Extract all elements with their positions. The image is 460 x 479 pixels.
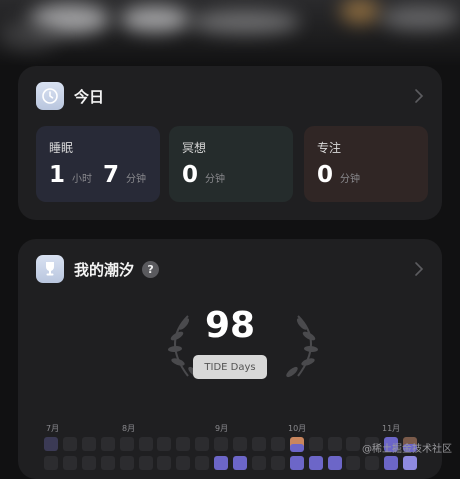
heatmap-cell xyxy=(62,437,77,451)
heatmap-cell xyxy=(176,437,191,451)
heatmap-cell xyxy=(157,456,172,470)
tide-days-badge: TIDE Days xyxy=(193,355,267,379)
meditate-stat-tile[interactable]: 冥想 0 分钟 xyxy=(169,126,293,202)
heatmap-cell xyxy=(195,437,210,451)
meditate-label: 冥想 xyxy=(182,141,207,155)
heatmap-cell xyxy=(327,456,342,470)
heatmap-cell xyxy=(100,437,115,451)
heatmap-cell xyxy=(327,437,342,451)
help-icon[interactable]: ? xyxy=(142,260,160,278)
sleep-value: 1 小时 7 分钟 xyxy=(49,162,157,188)
month-label-jul: 7月 xyxy=(46,424,60,433)
chevron-right-icon[interactable] xyxy=(412,261,426,277)
clock-icon xyxy=(36,82,64,110)
heatmap-cell xyxy=(62,456,77,470)
meditate-minutes-unit: 分钟 xyxy=(205,174,226,185)
heatmap-cell xyxy=(289,456,304,470)
trophy-icon xyxy=(36,255,64,283)
heatmap-cell xyxy=(403,456,418,470)
heatmap-cell xyxy=(157,437,172,451)
heatmap-cell xyxy=(44,437,58,451)
focus-minutes: 0 xyxy=(317,162,334,188)
heatmap-cell xyxy=(44,456,58,470)
sleep-minutes-unit: 分钟 xyxy=(126,174,147,185)
heatmap-cell xyxy=(308,437,323,451)
today-header: 今日 xyxy=(36,82,104,110)
heatmap-cell xyxy=(346,456,361,470)
heatmap-cell xyxy=(384,456,399,470)
heatmap-cell xyxy=(251,456,266,470)
today-card[interactable]: 今日 睡眠 1 小时 7 分钟 冥想 0 分钟 专注 0 分钟 xyxy=(18,66,442,220)
heatmap-cell xyxy=(138,456,153,470)
month-label-oct: 10月 xyxy=(288,424,307,433)
heatmap-cell xyxy=(195,456,210,470)
watermark: @稀土掘金技术社区 xyxy=(362,444,452,455)
sleep-stat-tile[interactable]: 睡眠 1 小时 7 分钟 xyxy=(36,126,160,202)
heatmap-cell xyxy=(346,437,361,451)
today-title: 今日 xyxy=(74,87,105,106)
sleep-minutes: 7 xyxy=(103,162,120,188)
heatmap-cell xyxy=(270,437,285,451)
meditate-minutes: 0 xyxy=(182,162,199,188)
focus-label: 专注 xyxy=(317,141,342,155)
heatmap-cell xyxy=(176,456,191,470)
heatmap-cell xyxy=(81,456,96,470)
heatmap-cell xyxy=(81,437,96,451)
sleep-hours: 1 xyxy=(49,162,66,188)
focus-stat-tile[interactable]: 专注 0 分钟 xyxy=(304,126,428,202)
heatmap-cell xyxy=(119,437,134,451)
heatmap-cell xyxy=(119,456,134,470)
heatmap-cell xyxy=(233,437,247,451)
heatmap-cell xyxy=(308,456,323,470)
heatmap-cell xyxy=(214,456,229,470)
heatmap-cell xyxy=(214,437,229,451)
heatmap-cell xyxy=(100,456,115,470)
meditate-value: 0 分钟 xyxy=(182,162,236,188)
blurred-header-background xyxy=(0,0,460,66)
month-label-nov: 11月 xyxy=(382,424,401,433)
heatmap-cell xyxy=(365,456,380,470)
month-label-sep: 9月 xyxy=(215,424,229,433)
sleep-hours-unit: 小时 xyxy=(72,174,93,185)
heatmap-cell xyxy=(251,437,266,451)
month-label-aug: 8月 xyxy=(122,424,136,433)
heatmap-cell xyxy=(233,456,247,470)
chevron-right-icon[interactable] xyxy=(412,88,426,104)
heatmap-cell xyxy=(270,456,285,470)
tide-days-count: 98 xyxy=(204,305,256,346)
focus-minutes-unit: 分钟 xyxy=(340,174,361,185)
tide-title: 我的潮汐 xyxy=(74,260,135,279)
heatmap-cell xyxy=(289,444,304,452)
sleep-label: 睡眠 xyxy=(49,141,74,155)
tide-header: 我的潮汐 ? xyxy=(36,255,160,283)
focus-value: 0 分钟 xyxy=(317,162,371,188)
heatmap-cell xyxy=(138,437,153,451)
